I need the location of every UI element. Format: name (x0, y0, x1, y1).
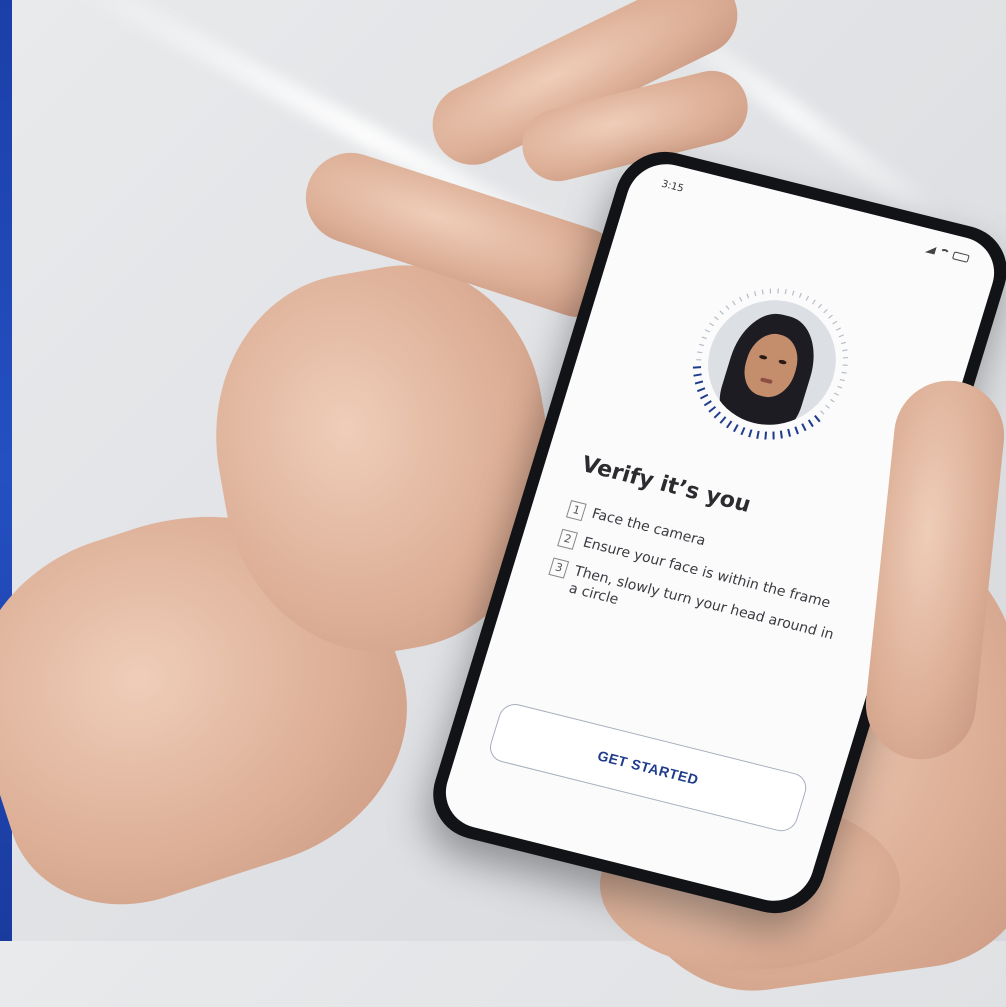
scan-tick (787, 428, 792, 437)
scan-tick (835, 327, 841, 331)
step-number: 2 (557, 528, 578, 550)
scan-tick (726, 420, 733, 429)
scan-tick (794, 426, 799, 435)
scan-tick (725, 305, 730, 310)
scan-tick (733, 424, 739, 433)
scan-tick (719, 310, 724, 315)
scan-tick (837, 385, 843, 389)
scan-tick (740, 427, 746, 436)
scan-tick (754, 291, 757, 297)
scan-tick (772, 431, 775, 440)
scan-tick (832, 320, 838, 325)
face-scan-frame (673, 269, 870, 456)
scan-tick (833, 392, 839, 396)
scan-tick (700, 393, 709, 400)
scan-tick (779, 430, 783, 439)
scan-tick (839, 378, 845, 382)
battery-icon (951, 251, 970, 263)
scan-tick (798, 292, 802, 298)
wifi-icon (938, 247, 951, 259)
scan-tick (764, 431, 768, 440)
instruction-list: 1 Face the camera 2 Ensure your face is … (540, 500, 862, 675)
scan-tick (791, 290, 795, 296)
scan-tick (714, 316, 719, 321)
status-time: 3:15 (659, 178, 685, 195)
scan-tick (838, 334, 844, 338)
scan-tick (732, 300, 736, 306)
scan-tick (761, 289, 764, 295)
scan-tick (823, 308, 828, 314)
scan-tick (828, 314, 833, 319)
scan-tick (817, 303, 823, 309)
scan-tick (696, 387, 706, 393)
scan-tick (807, 419, 814, 428)
scan-tick (842, 364, 848, 366)
scan-tick (713, 411, 721, 419)
status-icons (925, 245, 970, 263)
scan-tick (719, 416, 727, 424)
get-started-button[interactable]: GET STARTED (486, 700, 811, 835)
scan-tick (784, 289, 787, 295)
scan-tick (842, 349, 848, 352)
scan-tick (801, 423, 807, 432)
scan-tick (748, 429, 753, 438)
scan-tick (811, 299, 816, 305)
scan-tick (739, 296, 743, 302)
scan-tick (841, 371, 847, 374)
eye (758, 354, 768, 361)
scan-tick (825, 404, 830, 409)
scan-tick (692, 366, 702, 369)
scan-tick (709, 322, 715, 327)
scan-tick (820, 410, 825, 415)
scan-tick (814, 414, 821, 423)
step-number: 1 (565, 500, 587, 522)
scan-tick (697, 351, 703, 354)
scan-tick (693, 373, 702, 377)
scan-tick (840, 341, 847, 345)
scan-tick (842, 356, 848, 359)
scan-tick (805, 295, 810, 301)
scan-tick (694, 380, 704, 385)
eye (778, 359, 788, 365)
step-number: 3 (548, 557, 570, 579)
signal-icon (925, 245, 937, 255)
scan-tick (756, 430, 760, 439)
scan-tick (696, 359, 702, 361)
scan-tick (769, 288, 772, 294)
scan-tick (777, 288, 779, 294)
scan-tick (829, 398, 835, 403)
scan-tick (708, 406, 717, 413)
lips (759, 377, 773, 385)
scan-tick (701, 336, 707, 340)
scan-tick (703, 400, 712, 407)
scan-tick (705, 329, 711, 333)
scan-tick (746, 293, 750, 299)
scan-tick (699, 343, 705, 347)
